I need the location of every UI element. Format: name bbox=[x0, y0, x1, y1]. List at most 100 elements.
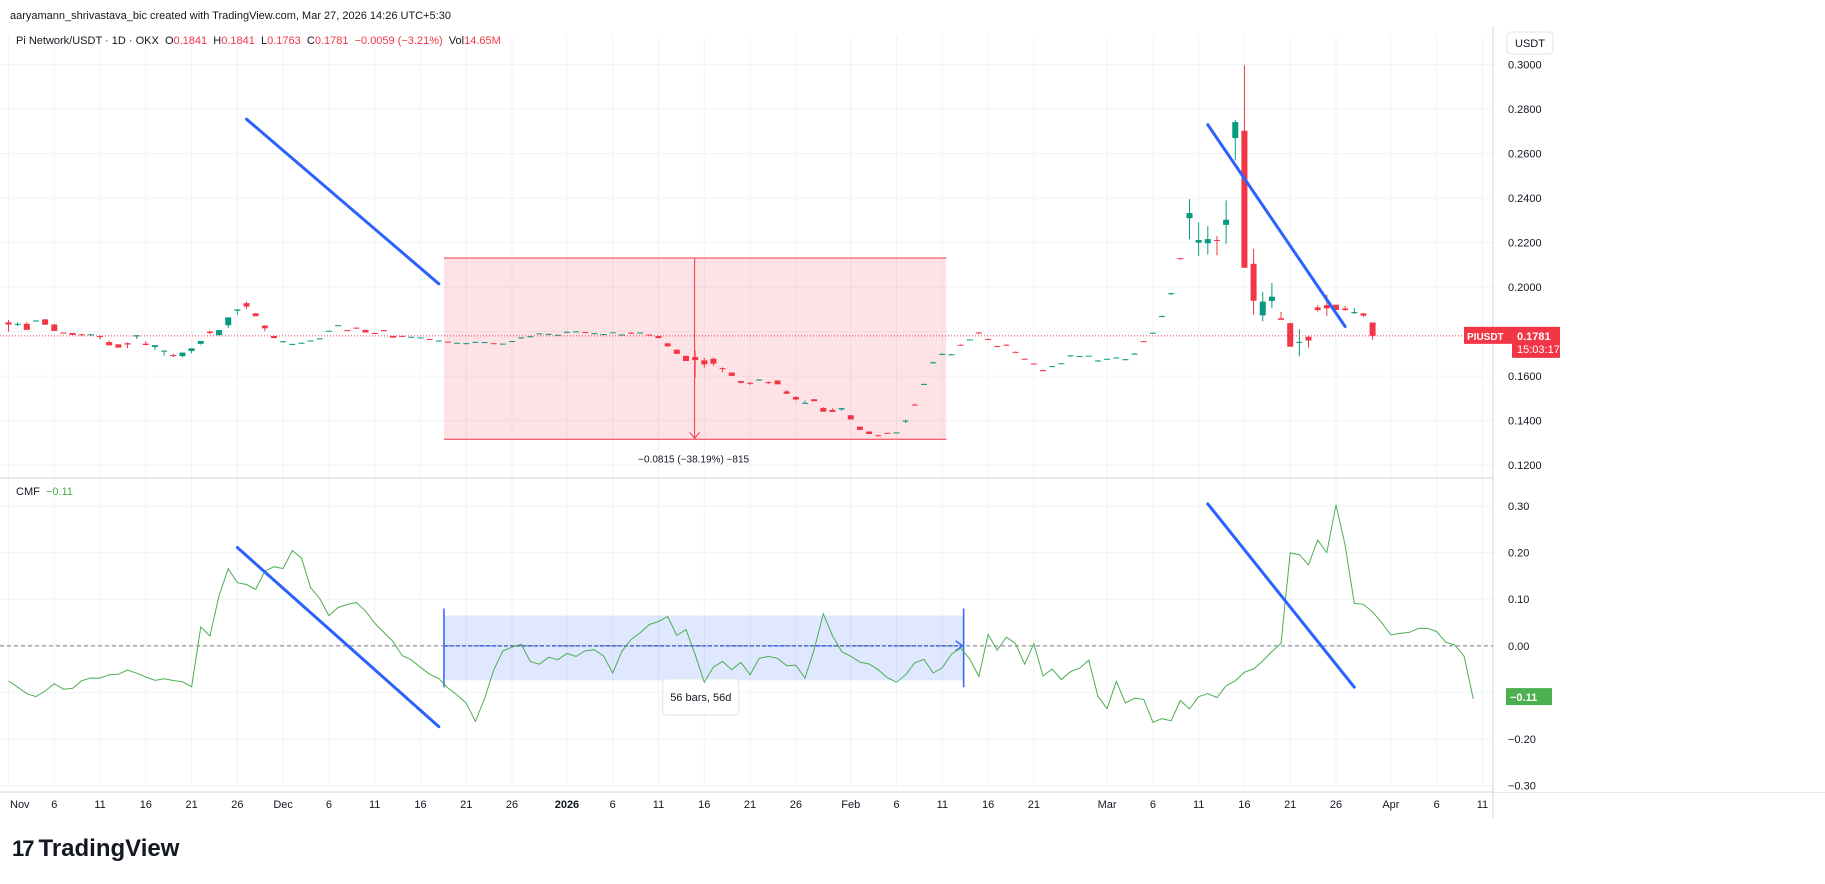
candle-body bbox=[252, 313, 259, 317]
chart-canvas[interactable]: −0.0815 (−38.19%) −815 56 bars, 56d 0.3000… bbox=[0, 0, 1825, 879]
candle-body bbox=[1085, 355, 1092, 357]
candle-body bbox=[1021, 358, 1028, 360]
cmf-tick-label: 0.10 bbox=[1508, 594, 1529, 606]
cmf-tick-label: −0.30 bbox=[1508, 781, 1536, 793]
symbol-tag: PIUSDT bbox=[1467, 332, 1504, 343]
candle-body bbox=[325, 330, 332, 332]
candle-body bbox=[792, 397, 799, 400]
candle-body bbox=[1314, 307, 1321, 311]
candle-body bbox=[1094, 360, 1101, 362]
candle-body bbox=[747, 382, 754, 384]
candle-body bbox=[939, 353, 946, 355]
price-tick-label: 0.1400 bbox=[1508, 416, 1542, 428]
candle-body bbox=[1177, 258, 1184, 260]
candle-body bbox=[78, 334, 85, 336]
candle-body bbox=[161, 350, 168, 352]
price-tick-label: 0.2800 bbox=[1508, 104, 1542, 116]
candle-body bbox=[1287, 323, 1294, 347]
date-range-label: 56 bars, 56d bbox=[670, 692, 731, 704]
open-value: 0.1841 bbox=[174, 35, 214, 47]
time-tick-label: 16 bbox=[1238, 799, 1250, 811]
time-tick-label: 16 bbox=[414, 799, 426, 811]
candle-body bbox=[371, 332, 378, 334]
price-tick-label: 0.2200 bbox=[1508, 238, 1542, 250]
cmf-value-tag: −0.11 bbox=[1510, 692, 1537, 704]
time-tick-label: Dec bbox=[273, 799, 293, 811]
candle-body bbox=[335, 325, 342, 327]
candle-body bbox=[719, 368, 726, 370]
brand-name: TradingView bbox=[38, 835, 180, 862]
symbol-legend: Pi Network/USDT · 1D · OKX O0.1841 H0.18… bbox=[16, 35, 501, 47]
candle-body bbox=[1113, 357, 1120, 359]
cmf-tick-label: 0.30 bbox=[1508, 501, 1529, 513]
candle-body bbox=[536, 333, 543, 335]
time-tick-label: 6 bbox=[610, 799, 616, 811]
candle-body bbox=[124, 343, 131, 345]
candle-body bbox=[563, 331, 570, 333]
candle-body bbox=[1369, 322, 1376, 336]
price-tick-label: 0.3000 bbox=[1508, 60, 1542, 72]
time-tick-label: 21 bbox=[744, 799, 756, 811]
candle-body bbox=[875, 435, 882, 437]
close-value: 0.1781 bbox=[315, 35, 355, 47]
time-tick-label: 26 bbox=[506, 799, 518, 811]
candle-body bbox=[1305, 336, 1312, 341]
time-tick-label: 26 bbox=[790, 799, 802, 811]
price-tick-label: 0.1600 bbox=[1508, 371, 1542, 383]
candle-body bbox=[1342, 308, 1349, 311]
candle-body bbox=[197, 340, 204, 344]
candle-body bbox=[728, 372, 735, 376]
candle-body bbox=[307, 340, 314, 342]
candle-body bbox=[316, 338, 323, 340]
candle-body bbox=[1149, 332, 1156, 334]
candle-body bbox=[1030, 363, 1037, 365]
candle-body bbox=[417, 337, 424, 339]
time-tick-label: 6 bbox=[893, 799, 899, 811]
candle-body bbox=[573, 331, 580, 333]
volume-value: 14.65M bbox=[464, 35, 501, 47]
candle-body bbox=[408, 336, 415, 338]
candle-body bbox=[930, 362, 937, 364]
candle-body bbox=[682, 355, 689, 361]
price-axis-background bbox=[1494, 26, 1825, 792]
cmf-tick-label: −0.20 bbox=[1508, 734, 1536, 746]
candle-body bbox=[42, 319, 49, 325]
time-tick-label: 26 bbox=[231, 799, 243, 811]
candle-body bbox=[838, 408, 845, 410]
candle-body bbox=[801, 402, 808, 404]
candle-body bbox=[23, 323, 30, 330]
candle-body bbox=[5, 322, 12, 325]
candle-body bbox=[994, 346, 1001, 348]
candle-body bbox=[957, 344, 964, 346]
candle-body bbox=[234, 309, 241, 311]
measure-label: −0.0815 (−38.19%) −815 bbox=[638, 454, 749, 465]
candle-body bbox=[14, 323, 21, 325]
candle-body bbox=[893, 432, 900, 434]
candle-body bbox=[289, 343, 296, 345]
time-tick-label: 11 bbox=[1193, 799, 1204, 811]
candle-body bbox=[1186, 213, 1193, 219]
candle-body bbox=[655, 336, 662, 339]
candle-body bbox=[1241, 130, 1248, 268]
attribution-text: aaryamann_shrivastava_bic created with T… bbox=[10, 10, 451, 22]
candle-body bbox=[902, 420, 909, 422]
candle-body bbox=[1012, 351, 1019, 353]
candle-body bbox=[1122, 359, 1129, 361]
candle-body bbox=[60, 332, 67, 334]
candle-body bbox=[774, 380, 781, 385]
candle-body bbox=[545, 333, 552, 335]
candle-body bbox=[1278, 318, 1285, 320]
last-price-tag: 0.1781 bbox=[1517, 331, 1551, 343]
tradingview-brand[interactable]: 17 TradingView bbox=[12, 835, 179, 863]
candle-body bbox=[151, 345, 158, 347]
candle-body bbox=[628, 332, 635, 334]
candle-body bbox=[1195, 239, 1202, 243]
currency-label: USDT bbox=[1515, 38, 1545, 50]
candle-body bbox=[32, 320, 39, 322]
price-tick-label: 0.2400 bbox=[1508, 193, 1542, 205]
candle-body bbox=[472, 341, 479, 343]
tradingview-logo-icon: 17 bbox=[12, 836, 35, 861]
price-tick-label: 0.2000 bbox=[1508, 282, 1542, 294]
candle-body bbox=[435, 340, 442, 342]
candle-body bbox=[444, 341, 451, 343]
